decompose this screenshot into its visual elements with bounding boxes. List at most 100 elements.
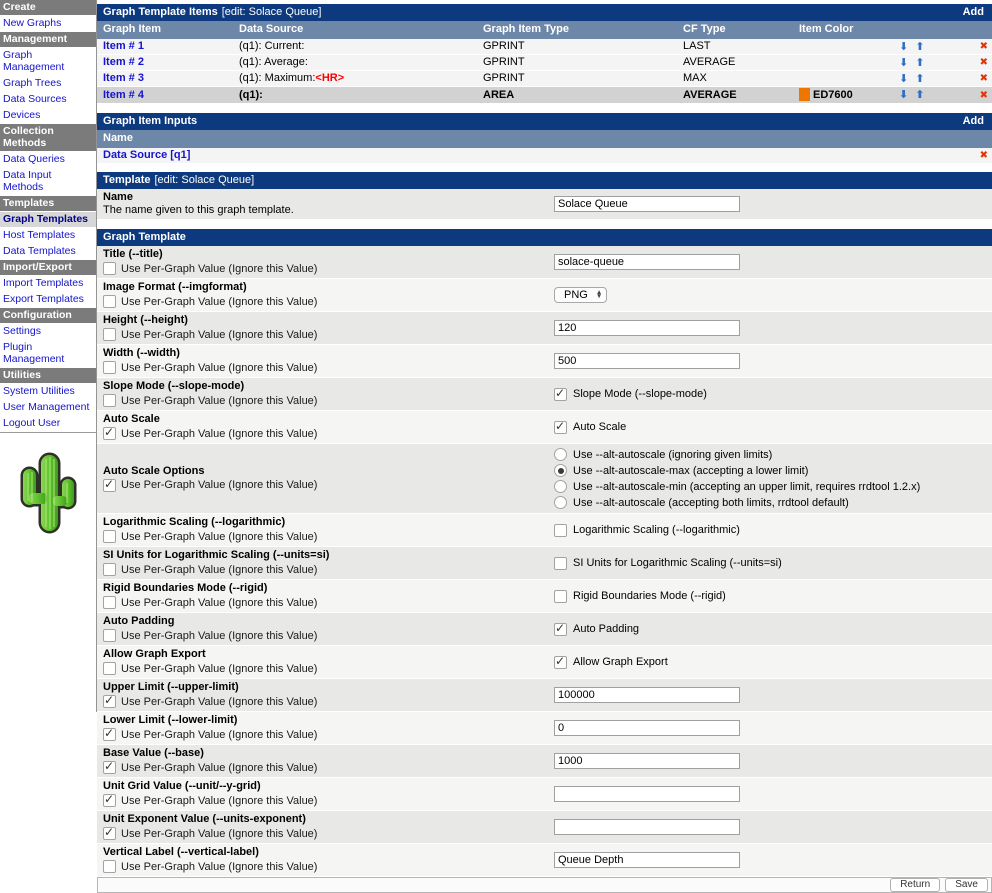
- return-button[interactable]: Return: [890, 878, 940, 892]
- value-checkbox[interactable]: [554, 557, 567, 570]
- graph-item-input-link[interactable]: Data Source [q1]: [103, 149, 190, 161]
- radio-button[interactable]: [554, 480, 567, 493]
- move-down-icon[interactable]: ⬇: [899, 89, 908, 100]
- value-checkbox[interactable]: [554, 623, 567, 636]
- per-graph-checkbox[interactable]: [103, 761, 116, 774]
- value-input[interactable]: [554, 687, 740, 703]
- sidebar-item-plugin-management[interactable]: Plugin Management: [0, 340, 96, 368]
- delete-icon[interactable]: ✖: [980, 90, 988, 101]
- per-graph-checkbox[interactable]: [103, 695, 116, 708]
- sidebar-item-data-queries[interactable]: Data Queries: [0, 152, 96, 168]
- value-input[interactable]: [554, 254, 740, 270]
- per-graph-checkbox[interactable]: [103, 361, 116, 374]
- graph-item-link[interactable]: Item # 3: [103, 72, 144, 84]
- move-up-icon[interactable]: ⬆: [915, 73, 924, 84]
- radio-button[interactable]: [554, 496, 567, 509]
- value-checkbox[interactable]: [554, 656, 567, 669]
- sidebar-item-graph-management[interactable]: Graph Management: [0, 48, 96, 76]
- per-graph-checkbox[interactable]: [103, 262, 116, 275]
- per-graph-checkbox[interactable]: [103, 563, 116, 576]
- graph-item-input-add-link[interactable]: Add: [963, 115, 986, 127]
- sidebar-item-import-templates[interactable]: Import Templates: [0, 276, 96, 292]
- per-graph-checkbox[interactable]: [103, 295, 116, 308]
- per-graph-checkbox[interactable]: [103, 530, 116, 543]
- form-row-unit-grid-value-unit-y-grid: Unit Grid Value (--unit/--y-grid) Use Pe…: [97, 778, 992, 811]
- per-graph-checkbox[interactable]: [103, 596, 116, 609]
- sidebar-item-devices[interactable]: Devices: [0, 108, 96, 124]
- form-row-base-value-base: Base Value (--base) Use Per-Graph Value …: [97, 745, 992, 778]
- per-graph-checkbox[interactable]: [103, 394, 116, 407]
- move-up-icon[interactable]: ⬆: [915, 41, 924, 52]
- per-graph-checkbox[interactable]: [103, 629, 116, 642]
- delete-icon[interactable]: ✖: [980, 150, 988, 161]
- sidebar-item-data-input-methods[interactable]: Data Input Methods: [0, 168, 96, 196]
- graph-item-link[interactable]: Item # 2: [103, 56, 144, 68]
- form-row-width-width: Width (--width) Use Per-Graph Value (Ign…: [97, 345, 992, 378]
- value-checkbox-label: Auto Padding: [573, 623, 639, 635]
- sidebar-item-settings[interactable]: Settings: [0, 324, 96, 340]
- sidebar-item-logout-user[interactable]: Logout User: [0, 416, 96, 432]
- move-up-icon[interactable]: ⬆: [915, 89, 924, 100]
- sidebar-section-header-collection-methods: Collection Methods: [0, 124, 96, 152]
- sidebar-item-host-templates[interactable]: Host Templates: [0, 228, 96, 244]
- sidebar-item-data-templates[interactable]: Data Templates: [0, 244, 96, 260]
- sidebar-item-graph-templates[interactable]: Graph Templates: [0, 212, 96, 228]
- field-label: Image Format (--imgformat): [103, 281, 548, 293]
- per-graph-checkbox[interactable]: [103, 827, 116, 840]
- graph-item-color: [799, 45, 899, 48]
- graph-item-row: Item # 2 (q1): Average: GPRINT AVERAGE ⬇…: [97, 55, 992, 71]
- sidebar-section-header-utilities: Utilities: [0, 368, 96, 384]
- field-control: Auto Scale: [548, 419, 992, 436]
- per-graph-checkbox[interactable]: [103, 427, 116, 440]
- sidebar-section-header-templates: Templates: [0, 196, 96, 212]
- per-graph-label: Use Per-Graph Value (Ignore this Value): [121, 479, 317, 491]
- sidebar-item-new-graphs[interactable]: New Graphs: [0, 16, 96, 32]
- field-control: Rigid Boundaries Mode (--rigid): [548, 588, 992, 605]
- per-graph-checkbox[interactable]: [103, 662, 116, 675]
- value-input[interactable]: [554, 819, 740, 835]
- value-input[interactable]: [554, 720, 740, 736]
- move-down-icon[interactable]: ⬇: [899, 73, 908, 84]
- template-edit-suffix: [edit: Solace Queue]: [154, 174, 254, 186]
- radio-button[interactable]: [554, 464, 567, 477]
- field-label: Unit Grid Value (--unit/--y-grid): [103, 780, 548, 792]
- graph-item-add-link[interactable]: Add: [963, 6, 986, 18]
- sidebar-item-system-utilities[interactable]: System Utilities: [0, 384, 96, 400]
- per-graph-checkbox[interactable]: [103, 328, 116, 341]
- sidebar-item-graph-trees[interactable]: Graph Trees: [0, 76, 96, 92]
- per-graph-checkbox[interactable]: [103, 860, 116, 873]
- delete-icon[interactable]: ✖: [980, 73, 988, 84]
- per-graph-checkbox[interactable]: [103, 479, 116, 492]
- graph-item-link[interactable]: Item # 1: [103, 40, 144, 52]
- value-checkbox[interactable]: [554, 388, 567, 401]
- move-down-icon[interactable]: ⬇: [899, 41, 908, 52]
- value-checkbox-label: Rigid Boundaries Mode (--rigid): [573, 590, 726, 602]
- per-graph-checkbox[interactable]: [103, 794, 116, 807]
- radio-button[interactable]: [554, 448, 567, 461]
- value-input[interactable]: [554, 353, 740, 369]
- sidebar-item-user-management[interactable]: User Management: [0, 400, 96, 416]
- value-select[interactable]: PNG▲▼: [554, 287, 607, 303]
- delete-icon[interactable]: ✖: [980, 41, 988, 52]
- value-checkbox[interactable]: [554, 590, 567, 603]
- value-checkbox[interactable]: [554, 524, 567, 537]
- cactus-icon: [17, 443, 79, 537]
- value-input[interactable]: [554, 852, 740, 868]
- save-button[interactable]: Save: [945, 878, 988, 892]
- sidebar-item-data-sources[interactable]: Data Sources: [0, 92, 96, 108]
- auto-scale-options-radio-group: Use --alt-autoscale (ignoring given limi…: [554, 446, 920, 511]
- graph-template-items-title: Graph Template Items: [103, 6, 218, 18]
- field-control: [548, 718, 992, 738]
- graph-item-link[interactable]: Item # 4: [103, 89, 144, 101]
- value-checkbox[interactable]: [554, 421, 567, 434]
- per-graph-checkbox[interactable]: [103, 728, 116, 741]
- move-down-icon[interactable]: ⬇: [899, 57, 908, 68]
- template-name-input[interactable]: [554, 196, 740, 212]
- delete-icon[interactable]: ✖: [980, 57, 988, 68]
- move-up-icon[interactable]: ⬆: [915, 57, 924, 68]
- value-input[interactable]: [554, 753, 740, 769]
- value-input[interactable]: [554, 786, 740, 802]
- sidebar-item-export-templates[interactable]: Export Templates: [0, 292, 96, 308]
- value-input[interactable]: [554, 320, 740, 336]
- graph-item-data-source: (q1): Maximum:: [239, 72, 315, 84]
